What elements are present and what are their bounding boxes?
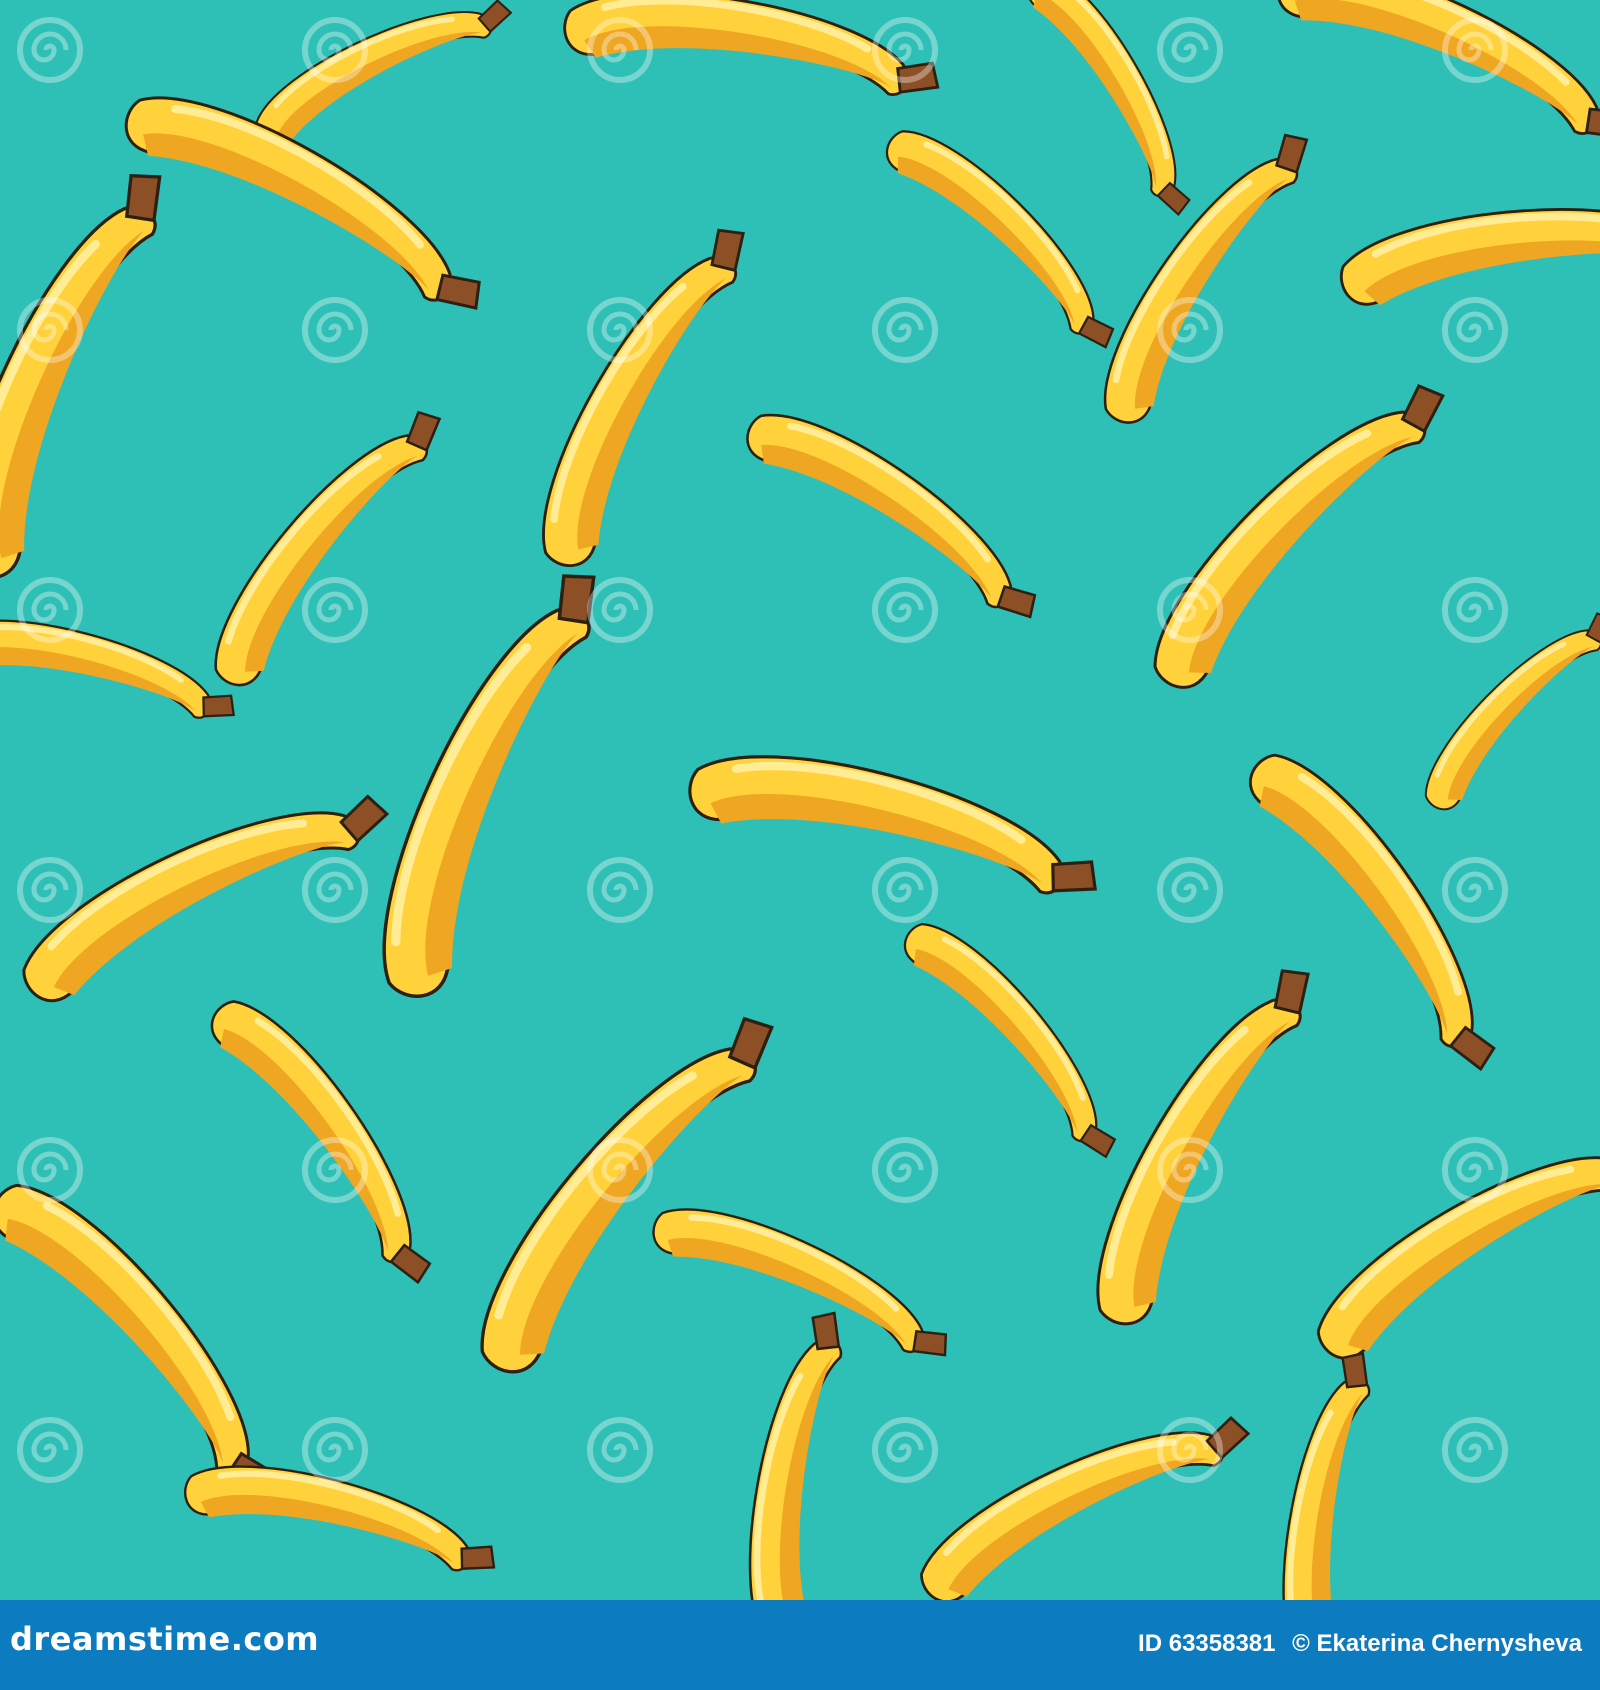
dreamstime-spiral-icon [20,1140,80,1200]
banana-29 [903,1390,1260,1600]
dreamstime-spiral-icon [590,860,650,920]
banana-4 [1268,0,1600,165]
dreamstime-spiral-icon [20,1420,80,1480]
dreamstime-spiral-icon [875,1140,935,1200]
footer-bar: dreamstime.com ID 63358381 © Ekaterina C… [0,1600,1600,1690]
author-credit: © Ekaterina Chernysheva [1292,1630,1582,1657]
banana-8 [1337,194,1600,308]
dreamstime-spiral-icon [1445,580,1505,640]
dreamstime-spiral-icon [1160,20,1220,80]
dreamstime-spiral-icon [590,1420,650,1480]
banana-9 [0,152,192,589]
banana-11 [187,389,460,695]
dreamstime-spiral-icon [875,860,935,920]
banana-7 [1075,114,1329,433]
banana-24 [646,1182,964,1379]
banana-12 [737,385,1056,639]
dreamstime-spiral-icon [590,580,650,640]
banana-6 [878,107,1135,364]
dreamstime-spiral-icon [1160,860,1220,920]
dreamstime-spiral-icon [305,300,365,360]
image-credit: ID 63358381 © Ekaterina Chernysheva [1138,1630,1582,1658]
banana-30 [1265,1346,1388,1600]
dreamstime-spiral-icon [875,580,935,640]
image-id: ID 63358381 [1138,1630,1276,1657]
banana-17 [683,726,1110,921]
dreamstime-spiral-icon [1445,1420,1505,1480]
banana-13 [1123,358,1465,700]
banana-1 [242,0,520,151]
pattern-canvas [0,0,1600,1600]
dreamstime-spiral-icon [305,1420,365,1480]
dreamstime-spiral-icon [875,300,935,360]
dreamstime-spiral-icon [20,860,80,920]
dreamstime-spiral-icon [305,860,365,920]
banana-layer [0,0,1600,1600]
banana-20 [896,902,1137,1172]
dreamstime-spiral-icon [305,580,365,640]
banana-10 [510,208,770,576]
banana-15 [344,551,627,1008]
dreamstime-spiral-icon [1445,300,1505,360]
banana-16 [1405,595,1600,817]
banana-22 [445,989,799,1385]
dreamstime-spiral-icon [20,20,80,80]
dreamstime-logo: dreamstime.com [10,1620,319,1658]
dreamstime-spiral-icon [1445,1140,1505,1200]
dreamstime-spiral-icon [1445,860,1505,920]
banana-26 [1296,1109,1600,1369]
banana-28 [730,1305,861,1600]
dreamstime-spiral-icon [875,1420,935,1480]
banana-pattern [0,0,1600,1600]
logo-text: dreamstime.com [10,1620,320,1658]
